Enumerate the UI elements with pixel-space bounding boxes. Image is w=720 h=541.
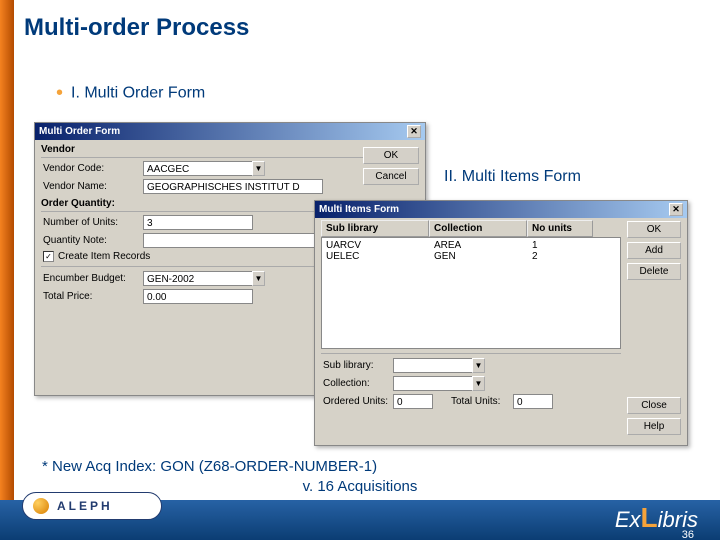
bullet-multi-items-form: II. Multi Items Form (444, 168, 581, 186)
acq-index-note: * New Acq Index: GON (Z68-ORDER-NUMBER-1… (42, 458, 377, 475)
help-button[interactable]: Help (627, 418, 681, 435)
cell-units: 2 (532, 251, 598, 262)
ordered-units-label: Ordered Units: (323, 396, 393, 407)
aleph-label: ALEPH (57, 499, 113, 513)
col-collection[interactable]: Collection (429, 220, 527, 237)
chevron-down-icon[interactable]: ▼ (472, 358, 485, 373)
close-button[interactable]: Close (627, 397, 681, 414)
sublibrary-label: Sub library: (323, 360, 393, 371)
vendor-code-field[interactable]: AACGEC (143, 161, 253, 176)
globe-icon (33, 498, 49, 514)
page-number: 36 (682, 529, 694, 541)
units-label: Number of Units: (43, 217, 143, 228)
close-icon[interactable]: ✕ (407, 125, 421, 138)
total-price-label: Total Price: (43, 291, 143, 302)
cell-collection: AREA (434, 240, 532, 251)
logo-l: L (641, 502, 658, 533)
ok-button[interactable]: OK (627, 221, 681, 238)
bullet-text: II. Multi Items Form (444, 168, 581, 185)
vendor-name-label: Vendor Name: (43, 181, 143, 192)
total-units-field[interactable]: 0 (513, 394, 553, 409)
delete-button[interactable]: Delete (627, 263, 681, 280)
collection-field[interactable] (393, 376, 473, 391)
items-list[interactable]: UARCV AREA 1 UELEC GEN 2 (321, 237, 621, 349)
add-button[interactable]: Add (627, 242, 681, 259)
col-units[interactable]: No units (527, 220, 593, 237)
ordered-units-field[interactable]: 0 (393, 394, 433, 409)
col-sublibrary[interactable]: Sub library (321, 220, 429, 237)
bullet-multi-order-form: • I. Multi Order Form (56, 82, 205, 105)
close-icon[interactable]: ✕ (669, 203, 683, 216)
create-items-checkbox[interactable]: ✓ (43, 251, 54, 262)
quantity-note-label: Quantity Note: (43, 235, 143, 246)
units-field[interactable]: 3 (143, 215, 253, 230)
divider (321, 353, 621, 354)
titlebar[interactable]: Multi Items Form ✕ (315, 201, 687, 218)
table-row[interactable]: UELEC GEN 2 (322, 251, 620, 262)
table-row[interactable]: UARCV AREA 1 (322, 240, 620, 251)
encumber-label: Encumber Budget: (43, 273, 143, 284)
ok-button[interactable]: OK (363, 147, 419, 164)
aleph-badge: ALEPH (22, 492, 162, 520)
bullet-dot-icon: • (56, 82, 63, 104)
sublibrary-field[interactable] (393, 358, 473, 373)
quantity-note-field[interactable] (143, 233, 323, 248)
cell-units: 1 (532, 240, 598, 251)
vendor-name-field[interactable]: GEOGRAPHISCHES INSTITUT D (143, 179, 323, 194)
logo-part: Ex (615, 507, 641, 532)
encumber-field[interactable]: GEN-2002 (143, 271, 253, 286)
total-price-field[interactable]: 0.00 (143, 289, 253, 304)
multi-items-form-window: Multi Items Form ✕ OK Add Delete Close H… (314, 200, 688, 446)
vendor-code-label: Vendor Code: (43, 163, 143, 174)
chevron-down-icon[interactable]: ▼ (252, 271, 265, 286)
window-title: Multi Order Form (39, 126, 120, 137)
cell-collection: GEN (434, 251, 532, 262)
cell-sublibrary: UARCV (326, 240, 434, 251)
window-title: Multi Items Form (319, 204, 399, 215)
left-accent-bar (0, 0, 14, 540)
collection-label: Collection: (323, 378, 393, 389)
cell-sublibrary: UELEC (326, 251, 434, 262)
chevron-down-icon[interactable]: ▼ (472, 376, 485, 391)
create-items-label: Create Item Records (58, 251, 150, 262)
bullet-text: I. Multi Order Form (71, 85, 205, 102)
cancel-button[interactable]: Cancel (363, 168, 419, 185)
chevron-down-icon[interactable]: ▼ (252, 161, 265, 176)
total-units-label: Total Units: (451, 396, 513, 407)
titlebar[interactable]: Multi Order Form ✕ (35, 123, 425, 140)
slide-title: Multi-order Process (24, 14, 249, 42)
